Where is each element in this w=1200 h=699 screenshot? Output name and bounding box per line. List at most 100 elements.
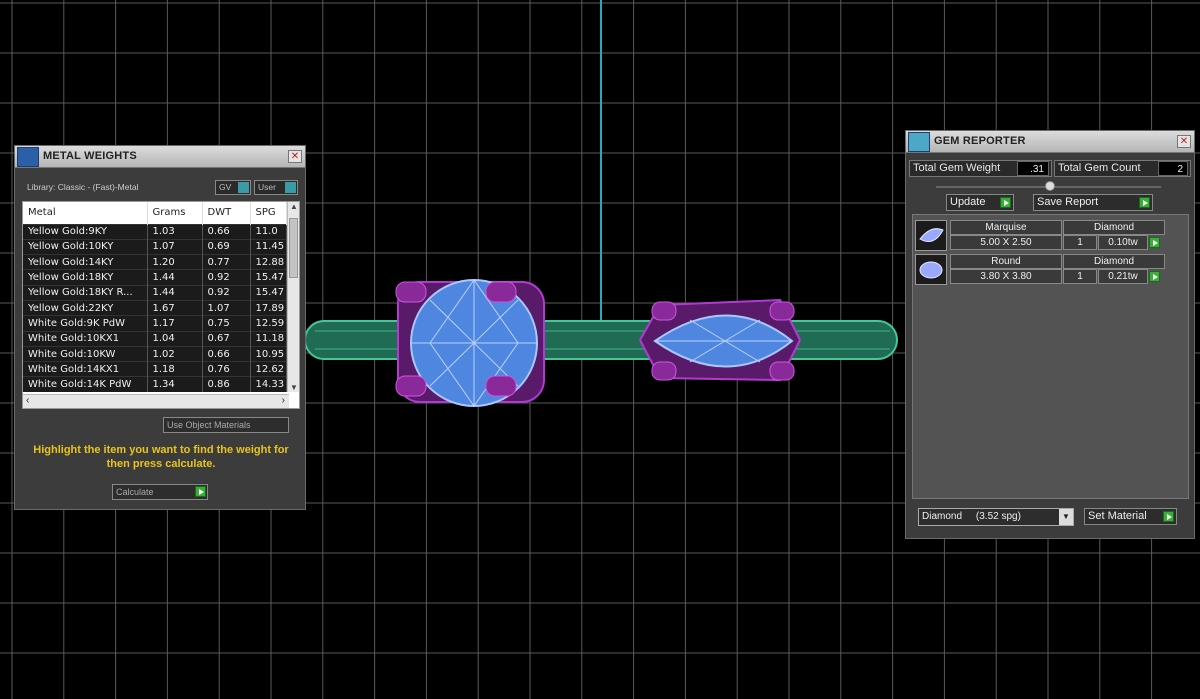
table-row[interactable]: White Gold:14KX1 1.18 0.76 12.62 (23, 361, 287, 377)
scroll-left-icon[interactable]: ‹ (26, 395, 29, 406)
prong (769, 361, 795, 381)
gem-material: Diamond (1063, 254, 1165, 269)
table-cell: 11.0 (250, 223, 287, 240)
table-cell: 17.89 (250, 299, 287, 316)
table-cell: 1.44 (147, 269, 203, 286)
save-report-label: Save Report (1037, 196, 1099, 208)
table-cell: Yellow Gold:9KY (23, 223, 148, 240)
total-gem-weight-field: Total Gem Weight .31 (909, 160, 1052, 177)
material-select[interactable]: Diamond (3.52 spg) ▼ (918, 508, 1074, 526)
table-row[interactable]: Yellow Gold:9KY 1.03 0.66 11.0 (23, 223, 287, 240)
use-object-materials-button[interactable]: Use Object Materials (163, 417, 289, 433)
table-cell: Yellow Gold:18KY (23, 269, 148, 286)
use-object-materials-label: Use Object Materials (167, 420, 251, 430)
go-arrow-icon[interactable] (1149, 271, 1160, 282)
table-row[interactable]: White Gold:14K PdW 1.34 0.86 14.33 (23, 376, 287, 393)
table-cell: 12.88 (250, 254, 287, 270)
table-cell: 0.69 (202, 238, 251, 255)
table-cell: 12.59 (250, 315, 287, 332)
gem-reporter-titlebar[interactable]: GEM REPORTER ✕ (906, 131, 1194, 153)
prong (651, 301, 677, 321)
table-row[interactable]: Yellow Gold:22KY 1.67 1.07 17.89 (23, 299, 287, 316)
table-cell: 0.86 (202, 376, 251, 393)
table-cell: 0.66 (202, 223, 251, 240)
column-header-spg[interactable]: SPG (250, 202, 287, 224)
table-cell: 12.62 (250, 361, 287, 377)
gem-weight: 0.10tw (1098, 235, 1148, 250)
table-cell: 1.04 (147, 330, 203, 347)
user-toggle[interactable]: User (254, 180, 298, 195)
prong (651, 361, 677, 381)
table-cell: 11.45 (250, 238, 287, 255)
table-row[interactable]: White Gold:10KX1 1.04 0.67 11.18 (23, 330, 287, 347)
round-gem-setting (395, 279, 545, 407)
horizontal-scrollbar[interactable]: ‹ › (23, 394, 289, 408)
table-cell: 0.92 (202, 269, 251, 286)
table-cell: 15.47 (250, 269, 287, 286)
gem-qty: 1 (1063, 235, 1097, 250)
marquise-gem-icon (915, 220, 947, 251)
table-row[interactable]: Yellow Gold:18KY R... 1.44 0.92 15.47 (23, 284, 287, 301)
total-gem-count-label: Total Gem Count (1058, 162, 1141, 174)
gem-material: Diamond (1063, 220, 1165, 235)
update-label: Update (950, 196, 986, 208)
calculate-button[interactable]: Calculate (112, 484, 208, 500)
table-cell: 1.18 (147, 361, 203, 377)
gem-list[interactable]: Marquise Diamond 5.00 X 2.50 1 0.10tw Ro… (912, 214, 1189, 499)
scroll-down-icon[interactable]: ▼ (288, 383, 299, 392)
go-arrow-icon (1163, 511, 1174, 522)
table-row[interactable]: White Gold:10KW 1.02 0.66 10.95 (23, 345, 287, 362)
close-icon[interactable]: ✕ (288, 150, 302, 163)
column-header-metal[interactable]: Metal (23, 202, 148, 224)
gem-reporter-logo-icon (908, 132, 930, 152)
marquise-gem-setting (638, 298, 802, 382)
table-row[interactable]: Yellow Gold:14KY 1.20 0.77 12.88 (23, 254, 287, 270)
table-row[interactable]: Yellow Gold:10KY 1.07 0.69 11.45 (23, 238, 287, 255)
gem-qty: 1 (1063, 269, 1097, 284)
table-cell: Yellow Gold:10KY (23, 238, 148, 255)
update-button[interactable]: Update (946, 194, 1014, 211)
metal-weights-titlebar[interactable]: METAL WEIGHTS ✕ (15, 146, 305, 168)
table-cell: 1.34 (147, 376, 203, 393)
library-label: Library: Classic - (Fast)-Metal (27, 182, 139, 192)
table-cell: White Gold:9K PdW (23, 315, 148, 332)
table-cell: 1.07 (202, 299, 251, 316)
metal-table[interactable]: Metal Grams DWT SPG Yellow Gold:9KY 1.03 0… (22, 201, 300, 409)
metal-weights-logo-icon (17, 147, 39, 167)
metal-weights-panel: METAL WEIGHTS ✕ Library: Classic - (Fast… (14, 145, 306, 510)
total-gem-weight-label: Total Gem Weight (913, 162, 1001, 174)
table-cell: 0.66 (202, 345, 251, 362)
set-material-button[interactable]: Set Material (1084, 508, 1177, 525)
table-cell: 0.77 (202, 254, 251, 270)
prong (485, 375, 517, 397)
slider-handle[interactable] (1045, 181, 1055, 191)
calculate-label: Calculate (116, 487, 154, 497)
scroll-thumb[interactable] (289, 218, 298, 278)
set-material-label: Set Material (1088, 510, 1147, 522)
go-arrow-icon[interactable] (1149, 237, 1160, 248)
table-row[interactable]: Yellow Gold:18KY 1.44 0.92 15.47 (23, 269, 287, 286)
gem-weight: 0.21tw (1098, 269, 1148, 284)
list-item[interactable]: Marquise Diamond 5.00 X 2.50 1 0.10tw (915, 220, 1187, 252)
gv-toggle[interactable]: GV (215, 180, 251, 195)
save-report-button[interactable]: Save Report (1033, 194, 1153, 211)
scroll-right-icon[interactable]: › (282, 395, 285, 406)
chevron-down-icon[interactable]: ▼ (1059, 509, 1073, 525)
table-cell: 1.44 (147, 284, 203, 301)
vertical-scrollbar[interactable]: ▲ ▼ (287, 202, 299, 392)
table-row[interactable]: White Gold:9K PdW 1.17 0.75 12.59 (23, 315, 287, 332)
table-cell: 1.67 (147, 299, 203, 316)
instruction-message: Highlight the item you want to find the … (33, 444, 289, 470)
column-header-dwt[interactable]: DWT (202, 202, 251, 224)
table-cell: 0.67 (202, 330, 251, 347)
gem-shape: Marquise (950, 220, 1062, 235)
table-cell: 0.75 (202, 315, 251, 332)
column-header-grams[interactable]: Grams (147, 202, 203, 224)
list-item[interactable]: Round Diamond 3.80 X 3.80 1 0.21tw (915, 254, 1187, 286)
scroll-up-icon[interactable]: ▲ (288, 202, 299, 211)
close-icon[interactable]: ✕ (1177, 135, 1191, 148)
go-arrow-icon (1000, 197, 1011, 208)
total-gem-count-field: Total Gem Count 2 (1054, 160, 1191, 177)
table-cell: 14.33 (250, 376, 287, 393)
user-label: User (258, 182, 276, 192)
